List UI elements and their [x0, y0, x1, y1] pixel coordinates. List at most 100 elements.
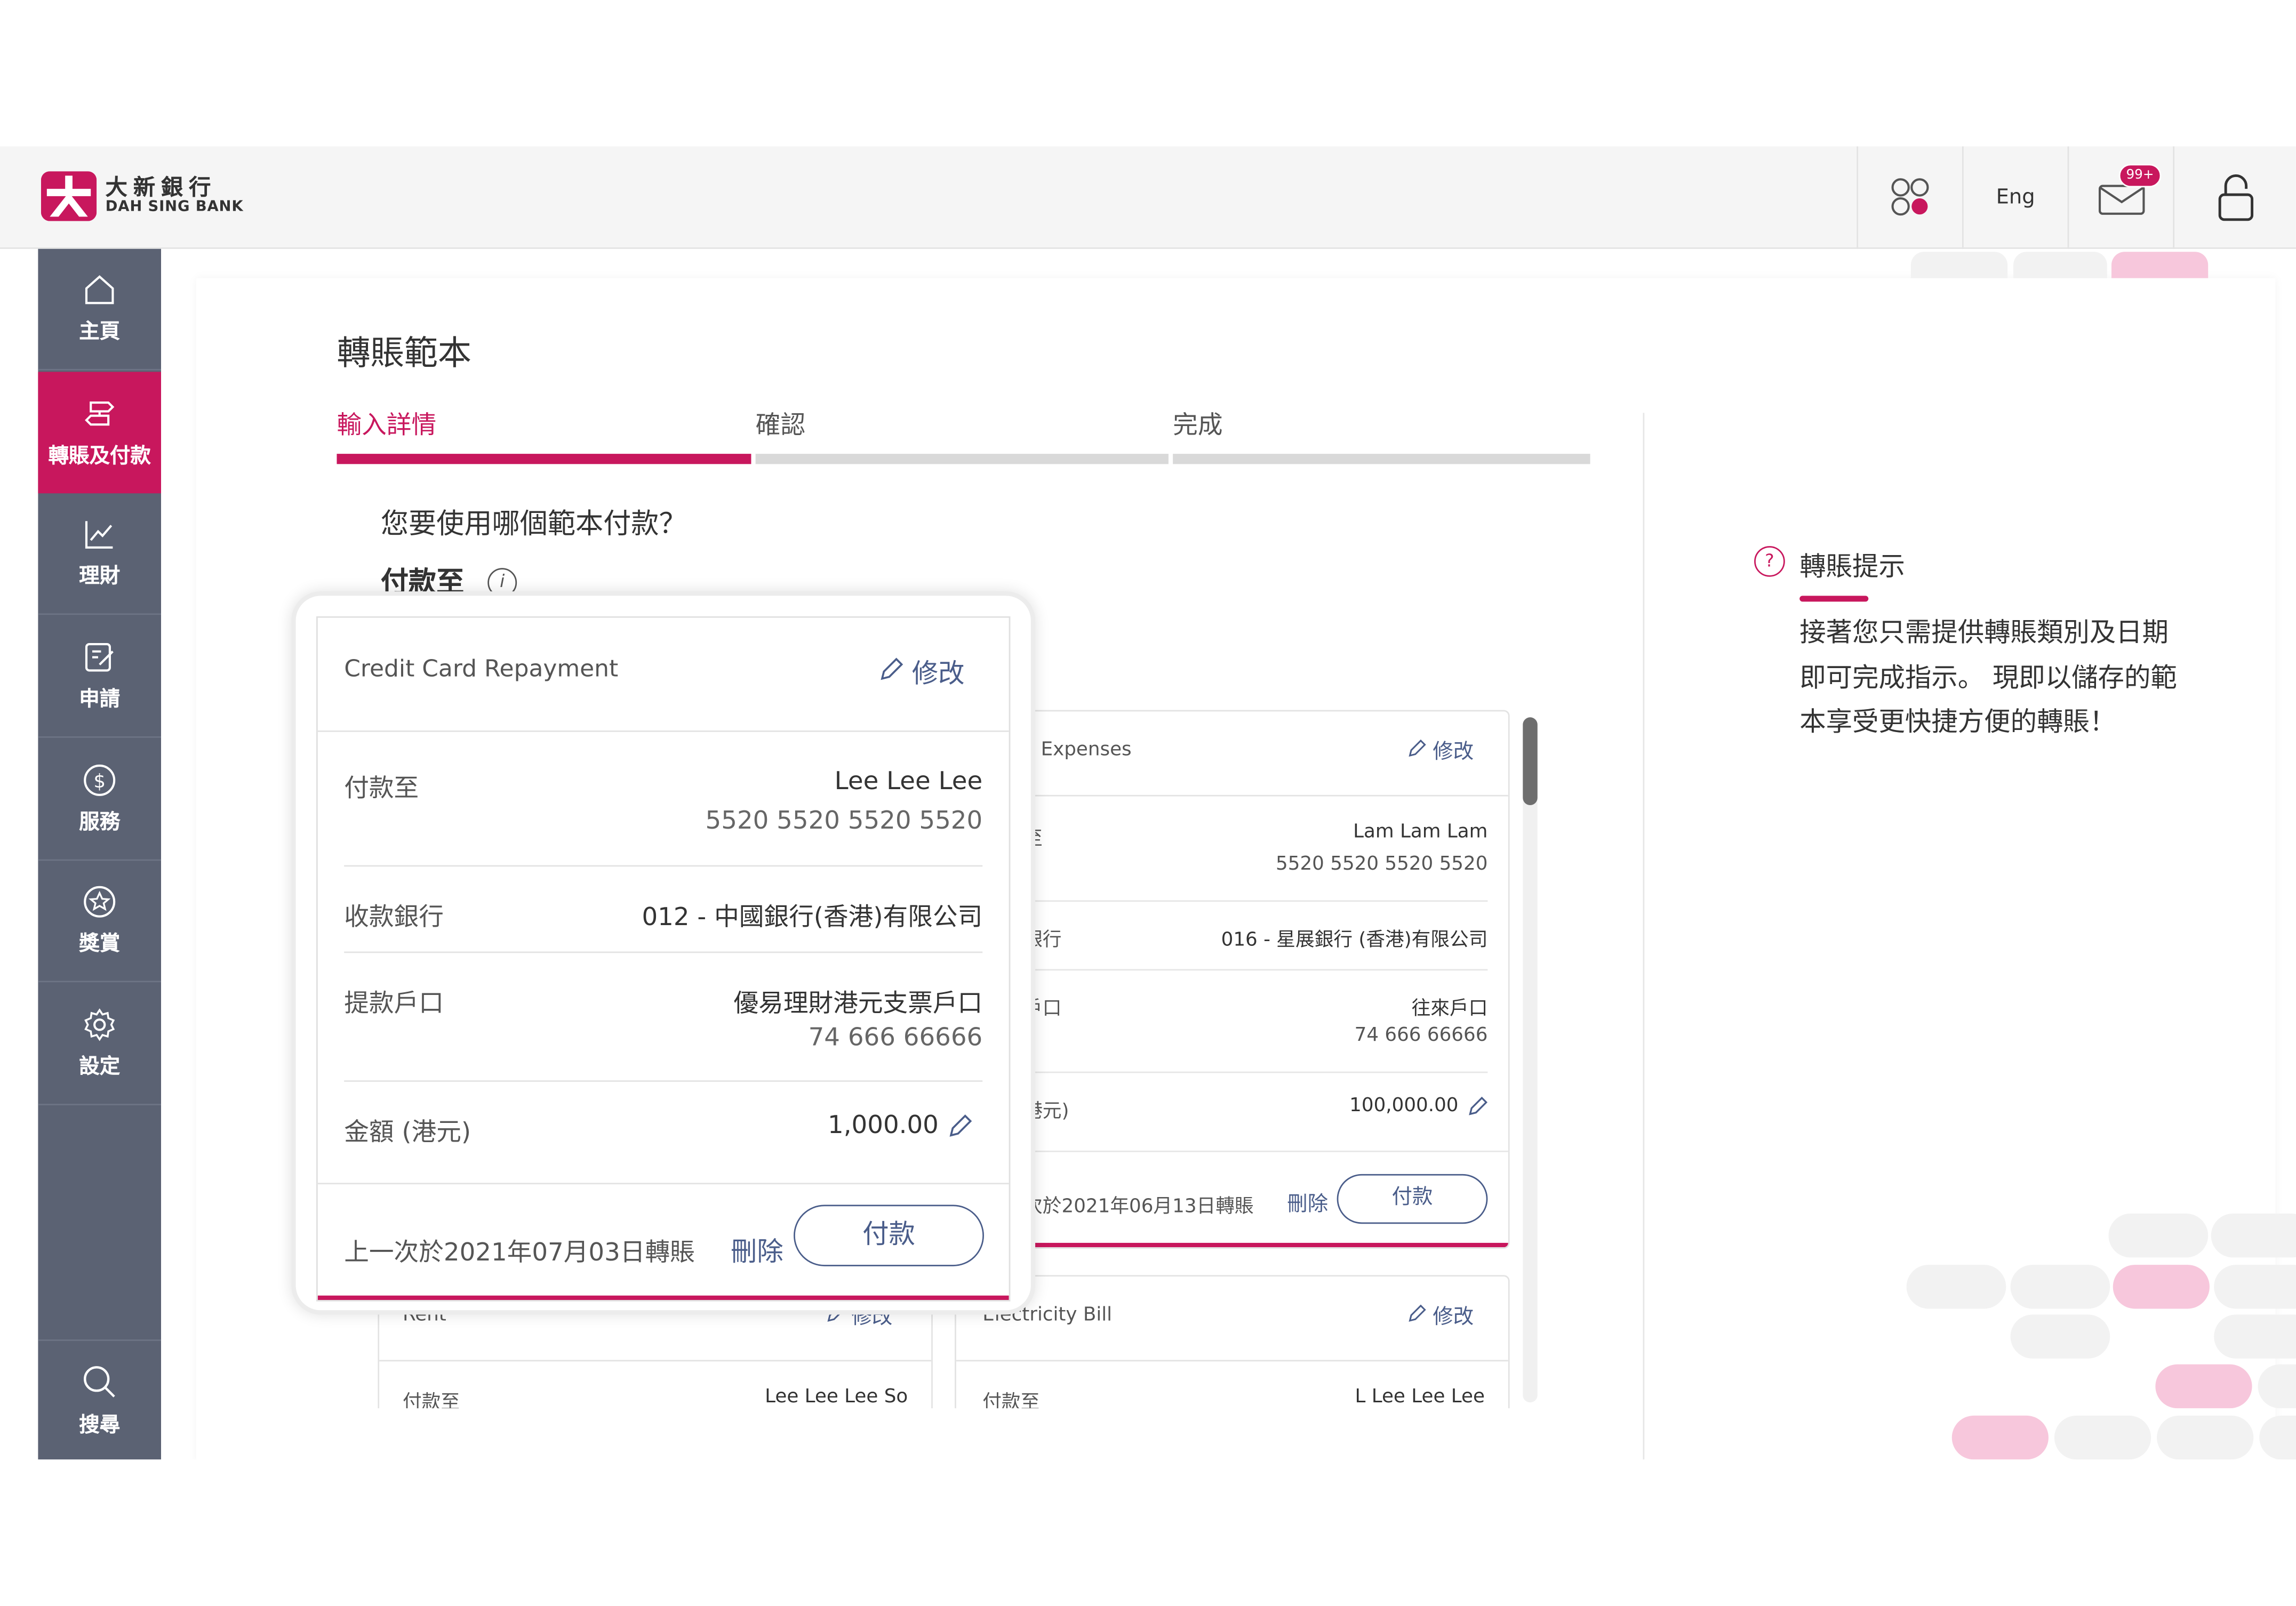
- amount-label: 金額 (港元): [344, 1118, 471, 1148]
- decor-pill: [2157, 1415, 2254, 1460]
- step-complete: 完成: [1173, 411, 1223, 441]
- content-divider: [1643, 413, 1645, 1460]
- magnified-template-card: Credit Card Repayment 修改 付款至 Lee Lee Lee…: [291, 591, 1036, 1315]
- sidebar-item-services[interactable]: $ 服務: [38, 739, 162, 861]
- decor-pill: [2113, 1265, 2210, 1309]
- sidebar: 主頁 轉賬及付款 理財 申請 $ 服務 獎賞 設定 搜尋: [38, 248, 162, 1461]
- edit-label: 修改: [1433, 741, 1474, 765]
- star-icon: [84, 886, 116, 918]
- template-name: y Expenses: [1023, 739, 1132, 761]
- template-list-scrollbar[interactable]: [1523, 717, 1538, 1403]
- decor-pill: [2214, 1265, 2296, 1309]
- row-divider: [953, 1150, 1508, 1152]
- edit-amount-pencil-icon[interactable]: [947, 1114, 972, 1139]
- sidebar-item-label: 主頁: [79, 320, 121, 344]
- decor-pill: [2010, 1314, 2110, 1359]
- card-accent-bar: [317, 1295, 1009, 1300]
- row-divider: [344, 1080, 983, 1082]
- sidebar-item-settings[interactable]: 設定: [38, 984, 162, 1105]
- payee-bank: 012 - 中國銀行(香港)有限公司: [642, 903, 983, 933]
- decor-pill: [2211, 1214, 2296, 1258]
- decor-pill: [2155, 1364, 2252, 1409]
- top-header: 大新銀行 DAH SING BANK Eng 99+: [0, 146, 2296, 249]
- mail-badge: 99+: [2118, 164, 2162, 188]
- template-card[interactable]: y Expenses 修改 至 Lam Lam Lam 5520 5520 55…: [951, 710, 1510, 1249]
- sidebar-item-search[interactable]: 搜尋: [38, 1339, 162, 1461]
- bank-logo[interactable]: 大新銀行 DAH SING BANK: [41, 171, 244, 221]
- payee-name: Lee Lee Lee So: [765, 1386, 908, 1409]
- amount-value: 100,000.00: [1349, 1095, 1459, 1117]
- pay-button[interactable]: 付款: [794, 1204, 984, 1266]
- step-bar-complete: [1173, 454, 1590, 464]
- search-icon: [84, 1366, 115, 1398]
- decor-pill: [2111, 252, 2209, 278]
- language-label: Eng: [1996, 186, 2035, 210]
- decor-pill: [2010, 1265, 2110, 1309]
- transfer-icon: [85, 400, 115, 425]
- list-clip-mask: [351, 1408, 1582, 1467]
- apps-button[interactable]: [1857, 146, 1962, 249]
- edit-label: 修改: [911, 659, 965, 690]
- edit-template-link[interactable]: 修改: [1407, 736, 1474, 766]
- edit-template-link[interactable]: 修改: [878, 653, 965, 690]
- language-button[interactable]: Eng: [1962, 146, 2068, 249]
- row-divider: [344, 865, 983, 867]
- row-divider: [317, 730, 1009, 732]
- sidebar-item-wealth[interactable]: 理財: [38, 493, 162, 615]
- payee-bank: 016 - 星展銀行 (香港)有限公司: [1221, 929, 1488, 952]
- from-account: 優易理財港元支票戶口: [733, 989, 983, 1019]
- decor-pill: [2013, 252, 2107, 278]
- payee-name: L Lee Lee Lee: [1355, 1386, 1485, 1409]
- dollar-icon: $: [84, 764, 116, 796]
- page-title: 轉賬範本: [337, 335, 472, 374]
- row-divider: [1023, 900, 1488, 902]
- tip-title: 轉賬提示: [1799, 552, 1905, 583]
- pay-to-label: 付款至: [344, 774, 419, 804]
- app-window: 大新銀行 DAH SING BANK Eng 99+ 主頁 轉賬及付款 理財 申…: [0, 0, 2296, 1606]
- inbox-button[interactable]: 99+: [2067, 146, 2173, 249]
- step-bar-input-details: [337, 454, 751, 464]
- scrollbar-thumb[interactable]: [1523, 717, 1538, 806]
- delete-template-link[interactable]: 刪除: [1287, 1189, 1328, 1218]
- card-accent-bar: [953, 1242, 1508, 1248]
- sidebar-item-label: 轉賬及付款: [48, 444, 151, 468]
- apply-icon: [85, 643, 114, 672]
- decor-pill: [1906, 1265, 2006, 1309]
- pay-button[interactable]: 付款: [1337, 1174, 1488, 1224]
- edit-template-link[interactable]: 修改: [1407, 1302, 1474, 1331]
- logout-button[interactable]: [2173, 146, 2296, 249]
- svg-text:$: $: [93, 770, 106, 792]
- lock-icon: [2218, 174, 2253, 221]
- sidebar-item-label: 申請: [79, 688, 121, 712]
- pencil-icon: [881, 657, 903, 680]
- row-divider: [1023, 969, 1488, 971]
- sidebar-item-transfer[interactable]: 轉賬及付款: [38, 372, 162, 494]
- gear-icon: [84, 1008, 115, 1041]
- page-bottom-margin: [0, 1459, 2296, 1606]
- pencil-icon[interactable]: [1467, 1096, 1488, 1117]
- edit-label: 修改: [1433, 1305, 1474, 1329]
- sidebar-item-label: 獎賞: [79, 932, 121, 956]
- decor-pill: [1951, 1415, 2049, 1460]
- home-icon: [85, 275, 114, 304]
- decor-pill: [2054, 1415, 2151, 1460]
- delete-template-link[interactable]: 刪除: [731, 1231, 783, 1269]
- payee-name: Lee Lee Lee: [834, 767, 983, 797]
- from-account-number: 74 666 66666: [808, 1023, 983, 1053]
- from-account: 往來戶口: [1411, 998, 1488, 1021]
- bank-name-zh: 大新銀行: [105, 174, 217, 201]
- sidebar-item-home[interactable]: 主頁: [38, 249, 162, 371]
- pencil-icon: [1409, 739, 1426, 757]
- tip-body: 接著您只需提供轉賬類別及日期即可完成指示。 現即以儲存的範本享受更快捷方便的轉賬…: [1799, 617, 2177, 738]
- step-input-details: 輸入詳情: [337, 411, 437, 441]
- template-card-credit-card[interactable]: Credit Card Repayment 修改 付款至 Lee Lee Lee…: [316, 616, 1011, 1302]
- apps-grid-icon: [1891, 178, 1929, 216]
- from-account-label: 提款戶口: [344, 989, 444, 1019]
- from-account-number: 74 666 66666: [1354, 1024, 1488, 1047]
- dah-sing-logo-icon: [41, 171, 97, 221]
- sidebar-item-apply[interactable]: 申請: [38, 616, 162, 738]
- tip-title-underline: [1799, 596, 1869, 602]
- amount-value: 1,000.00: [828, 1111, 939, 1141]
- sidebar-item-rewards[interactable]: 獎賞: [38, 861, 162, 983]
- bank-label: 收款銀行: [344, 903, 444, 933]
